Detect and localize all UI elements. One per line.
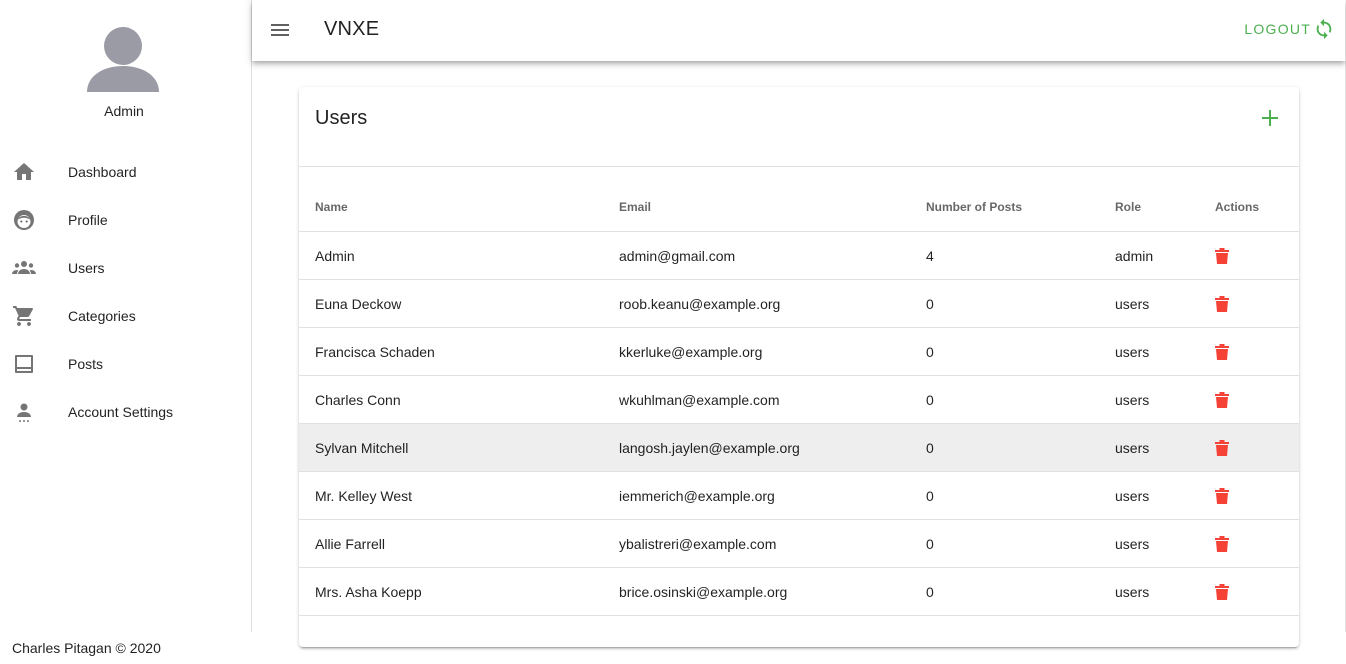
divider xyxy=(299,166,1299,167)
sidebar-item-label: Profile xyxy=(68,212,108,228)
cell-email: roob.keanu@example.org xyxy=(619,295,781,312)
column-header-actions: Actions xyxy=(1215,200,1260,214)
plus-icon xyxy=(1262,110,1278,126)
logout-button[interactable]: LOGOUT xyxy=(1244,18,1335,40)
column-header-posts[interactable]: Number of Posts xyxy=(926,200,1022,214)
trash-icon xyxy=(1215,583,1229,600)
cell-posts: 0 xyxy=(926,439,934,456)
cell-name: Mrs. Asha Koepp xyxy=(315,583,422,600)
cell-posts: 0 xyxy=(926,535,934,552)
cell-email: iemmerich@example.org xyxy=(619,487,775,504)
cell-role: users xyxy=(1115,535,1150,552)
sidebar: Admin Dashboard Profile Users Categories… xyxy=(0,0,252,632)
footer-copyright: Charles Pitagan © 2020 xyxy=(12,640,161,656)
delete-button[interactable] xyxy=(1215,295,1229,312)
sidebar-nav: Dashboard Profile Users Categories Posts… xyxy=(0,148,251,436)
account-settings-icon xyxy=(12,400,36,424)
column-header-name[interactable]: Name xyxy=(315,200,348,214)
table-row[interactable]: Mr. Kelley West iemmerich@example.org 0 … xyxy=(299,472,1299,520)
sidebar-item-categories[interactable]: Categories xyxy=(0,292,251,340)
delete-button[interactable] xyxy=(1215,343,1229,360)
cell-email: admin@gmail.com xyxy=(619,247,736,264)
sidebar-item-label: Dashboard xyxy=(68,164,137,180)
cell-posts: 0 xyxy=(926,295,934,312)
column-header-role[interactable]: Role xyxy=(1115,200,1141,214)
cell-posts: 0 xyxy=(926,583,934,600)
column-header-email[interactable]: Email xyxy=(619,200,651,214)
sidebar-user-name: Admin xyxy=(104,103,144,119)
menu-icon xyxy=(271,24,289,36)
cell-role: users xyxy=(1115,439,1150,456)
table-row[interactable]: Francisca Schaden kkerluke@example.org 0… xyxy=(299,328,1299,376)
table-row[interactable]: Euna Deckow roob.keanu@example.org 0 use… xyxy=(299,280,1299,328)
trash-icon xyxy=(1215,535,1229,552)
delete-button[interactable] xyxy=(1215,487,1229,504)
sidebar-item-label: Posts xyxy=(68,356,104,372)
cell-role: users xyxy=(1115,295,1150,312)
delete-button[interactable] xyxy=(1215,391,1229,408)
sidebar-item-account-settings[interactable]: Account Settings xyxy=(0,388,251,436)
user-avatar-icon xyxy=(87,27,159,92)
home-icon xyxy=(12,160,36,184)
table-row[interactable]: Sylvan Mitchell langosh.jaylen@example.o… xyxy=(299,424,1299,472)
cell-email: wkuhlman@example.com xyxy=(619,391,780,408)
cell-posts: 4 xyxy=(926,247,934,264)
face-icon xyxy=(12,208,36,232)
cell-posts: 0 xyxy=(926,487,934,504)
app-title: VNXE xyxy=(324,18,380,40)
table-row[interactable]: Mrs. Asha Koepp brice.osinski@example.or… xyxy=(299,568,1299,616)
table-header: Name Email Number of Posts Role Actions xyxy=(299,183,1299,232)
cell-role: users xyxy=(1115,343,1150,360)
cell-role: admin xyxy=(1115,247,1154,264)
trash-icon xyxy=(1215,247,1229,264)
cell-role: users xyxy=(1115,487,1150,504)
trash-icon xyxy=(1215,343,1229,360)
cell-role: users xyxy=(1115,583,1150,600)
users-card: Users Name Email Number of Posts Role Ac… xyxy=(299,87,1299,647)
delete-button[interactable] xyxy=(1215,535,1229,552)
cell-name: Charles Conn xyxy=(315,391,401,408)
cell-email: kkerluke@example.org xyxy=(619,343,763,360)
trash-icon xyxy=(1215,391,1229,408)
cell-role: users xyxy=(1115,391,1150,408)
trash-icon xyxy=(1215,439,1229,456)
sidebar-item-profile[interactable]: Profile xyxy=(0,196,251,244)
sidebar-item-dashboard[interactable]: Dashboard xyxy=(0,148,251,196)
cell-name: Mr. Kelley West xyxy=(315,487,412,504)
delete-button[interactable] xyxy=(1215,247,1229,264)
card-title: Users xyxy=(315,107,368,129)
app-bar: VNXE LOGOUT xyxy=(252,0,1345,61)
cell-name: Admin xyxy=(315,247,355,264)
logout-label: LOGOUT xyxy=(1244,21,1311,37)
users-table: Name Email Number of Posts Role Actions … xyxy=(299,183,1299,616)
sidebar-item-label: Account Settings xyxy=(68,404,174,420)
people-icon xyxy=(12,256,36,280)
cell-name: Euna Deckow xyxy=(315,295,402,312)
cell-email: langosh.jaylen@example.org xyxy=(619,439,800,456)
cell-email: ybalistreri@example.com xyxy=(619,535,777,552)
cell-posts: 0 xyxy=(926,343,934,360)
cart-icon xyxy=(12,304,36,328)
add-user-button[interactable] xyxy=(1257,105,1283,131)
cell-name: Sylvan Mitchell xyxy=(315,439,409,456)
table-row[interactable]: Admin admin@gmail.com 4 admin xyxy=(299,232,1299,280)
cell-name: Allie Farrell xyxy=(315,535,386,552)
posts-icon xyxy=(12,352,36,376)
cell-name: Francisca Schaden xyxy=(315,343,435,360)
sidebar-item-label: Categories xyxy=(68,308,136,324)
delete-button[interactable] xyxy=(1215,583,1229,600)
sidebar-item-label: Users xyxy=(68,260,105,276)
sidebar-item-users[interactable]: Users xyxy=(0,244,251,292)
table-row[interactable]: Charles Conn wkuhlman@example.com 0 user… xyxy=(299,376,1299,424)
avatar[interactable] xyxy=(85,26,161,92)
trash-icon xyxy=(1215,487,1229,504)
sidebar-item-posts[interactable]: Posts xyxy=(0,340,251,388)
delete-button[interactable] xyxy=(1215,439,1229,456)
cell-posts: 0 xyxy=(926,391,934,408)
trash-icon xyxy=(1215,295,1229,312)
cell-email: brice.osinski@example.org xyxy=(619,583,788,600)
table-row[interactable]: Allie Farrell ybalistreri@example.com 0 … xyxy=(299,520,1299,568)
menu-button[interactable] xyxy=(268,18,292,42)
sync-icon xyxy=(1316,18,1332,40)
